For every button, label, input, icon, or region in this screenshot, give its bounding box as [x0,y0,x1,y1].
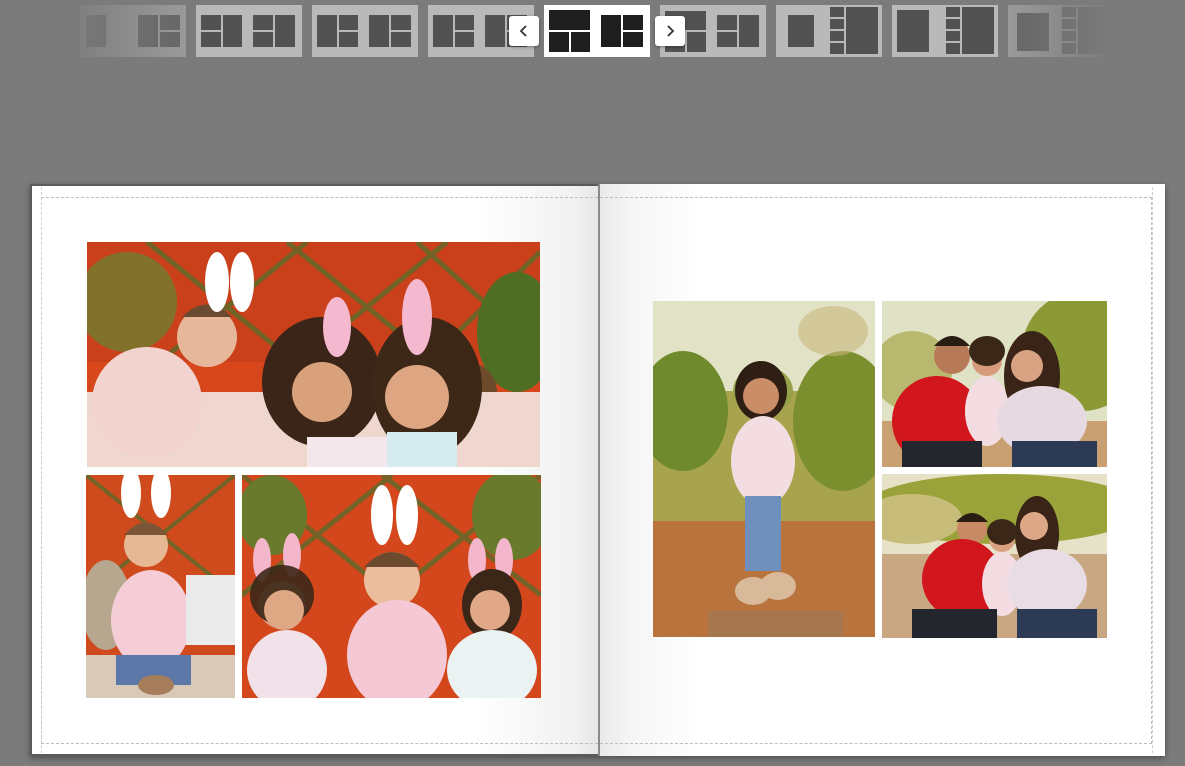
layout-slot [946,19,960,29]
photo-three-girls-easter[interactable] [242,475,541,698]
layout-slot [1017,13,1049,51]
layout-slot [138,15,158,47]
photo-image [87,242,540,467]
photo-image [882,301,1107,467]
layout-slot [275,15,295,47]
layout-slot [201,15,221,30]
layout-slot [897,10,929,52]
layout-slot [962,7,994,54]
chevron-left-icon [519,25,527,37]
layout-slot [369,15,389,47]
layout-slot [830,19,844,29]
layout-slot [623,15,643,30]
layout-slot [830,31,844,41]
layout-slot [201,32,221,47]
photo-girl-standing-stump[interactable] [653,301,875,637]
layout-slot [223,15,242,47]
carousel-prev-button[interactable] [509,16,539,46]
layout-slot [317,15,337,47]
layout-slot [830,43,844,54]
layout-thumb-7[interactable] [776,5,882,57]
layout-slot [946,43,960,54]
album-spread [30,184,1165,756]
layout-slot [549,10,590,30]
layout-slot [86,15,106,47]
photo-image [653,301,875,637]
layout-slot [485,15,505,47]
carousel-next-button[interactable] [655,16,685,46]
layout-thumb-8[interactable] [892,5,998,57]
layout-slot [717,32,737,47]
layout-slot [687,32,706,52]
layout-slot [339,32,358,47]
layout-slot [846,7,878,54]
photo-toddler-bunny-ears[interactable] [86,475,235,698]
layout-slot [717,15,737,30]
photo-easter-kids-lying[interactable] [87,242,540,467]
layout-thumb-9[interactable] [1008,5,1114,57]
layout-slot [1062,31,1076,41]
chevron-right-icon [667,25,675,37]
layout-slot [391,32,411,47]
layout-thumb-2[interactable] [196,5,302,57]
layout-slot [160,15,180,30]
layout-slot [946,31,960,41]
photo-family-crouching[interactable] [882,474,1107,638]
layout-carousel [0,0,1185,64]
layout-slot [455,32,474,47]
layout-slot [1062,43,1076,54]
layout-slot [339,15,358,30]
layout-slot [391,15,411,30]
photo-image [882,474,1107,638]
layout-slot [1078,7,1110,54]
photo-image [86,475,235,698]
layout-slot [455,15,474,30]
layout-slot [1062,7,1076,17]
layout-thumb-1[interactable] [80,5,186,57]
layout-slot [946,7,960,17]
layout-thumb-3[interactable] [312,5,418,57]
layout-slot [830,7,844,17]
layout-slot [739,15,759,47]
layout-slot [160,32,180,47]
layout-slot [433,15,453,47]
layout-slot [571,32,590,52]
photo-image [242,475,541,698]
layout-slot [549,32,569,52]
photo-family-kiss[interactable] [882,301,1107,467]
layout-slot [623,32,643,47]
layout-slot [253,15,273,30]
layout-slot [253,32,273,47]
layout-thumb-5[interactable] [544,5,650,57]
layout-slot [1062,19,1076,29]
layout-slot [788,15,814,47]
layout-slot [601,15,621,47]
album-spine [598,184,600,756]
